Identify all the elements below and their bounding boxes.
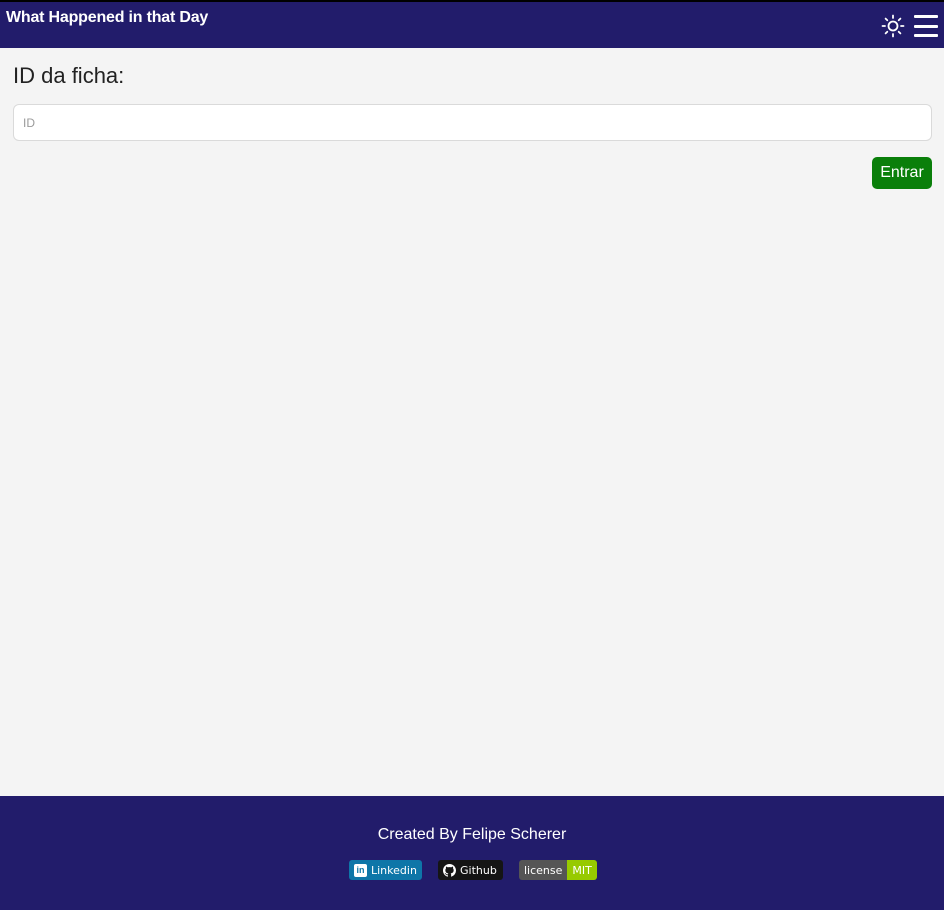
app-title: What Happened in that Day: [6, 9, 209, 26]
linkedin-badge[interactable]: in Linkedin: [349, 860, 422, 880]
github-badge-label: Github: [460, 863, 497, 877]
hamburger-menu-icon[interactable]: [914, 14, 938, 38]
menu-bar-line: [914, 34, 938, 37]
license-badge-right: MIT: [567, 860, 597, 880]
footer: Created By Felipe Scherer in Linkedin Gi…: [0, 796, 944, 910]
footer-credit: Created By Felipe Scherer: [377, 826, 567, 843]
enter-button[interactable]: Entrar: [872, 157, 932, 189]
id-field-label: ID da ficha:: [13, 63, 125, 88]
linkedin-badge-label: Linkedin: [371, 863, 417, 877]
id-input[interactable]: [13, 104, 932, 141]
github-icon: [443, 863, 456, 877]
sun-icon: [881, 14, 905, 38]
license-badge-label: license: [524, 863, 563, 877]
license-badge-value: MIT: [572, 863, 592, 877]
github-badge[interactable]: Github: [438, 860, 503, 880]
menu-bar-line: [914, 24, 938, 28]
license-badge[interactable]: license MIT: [519, 860, 597, 880]
top-bar: What Happened in that Day: [0, 0, 944, 48]
license-badge-left: license: [519, 860, 568, 880]
linkedin-icon: in: [354, 863, 367, 877]
theme-toggle-button[interactable]: [881, 14, 905, 38]
menu-bar-line: [914, 15, 938, 18]
